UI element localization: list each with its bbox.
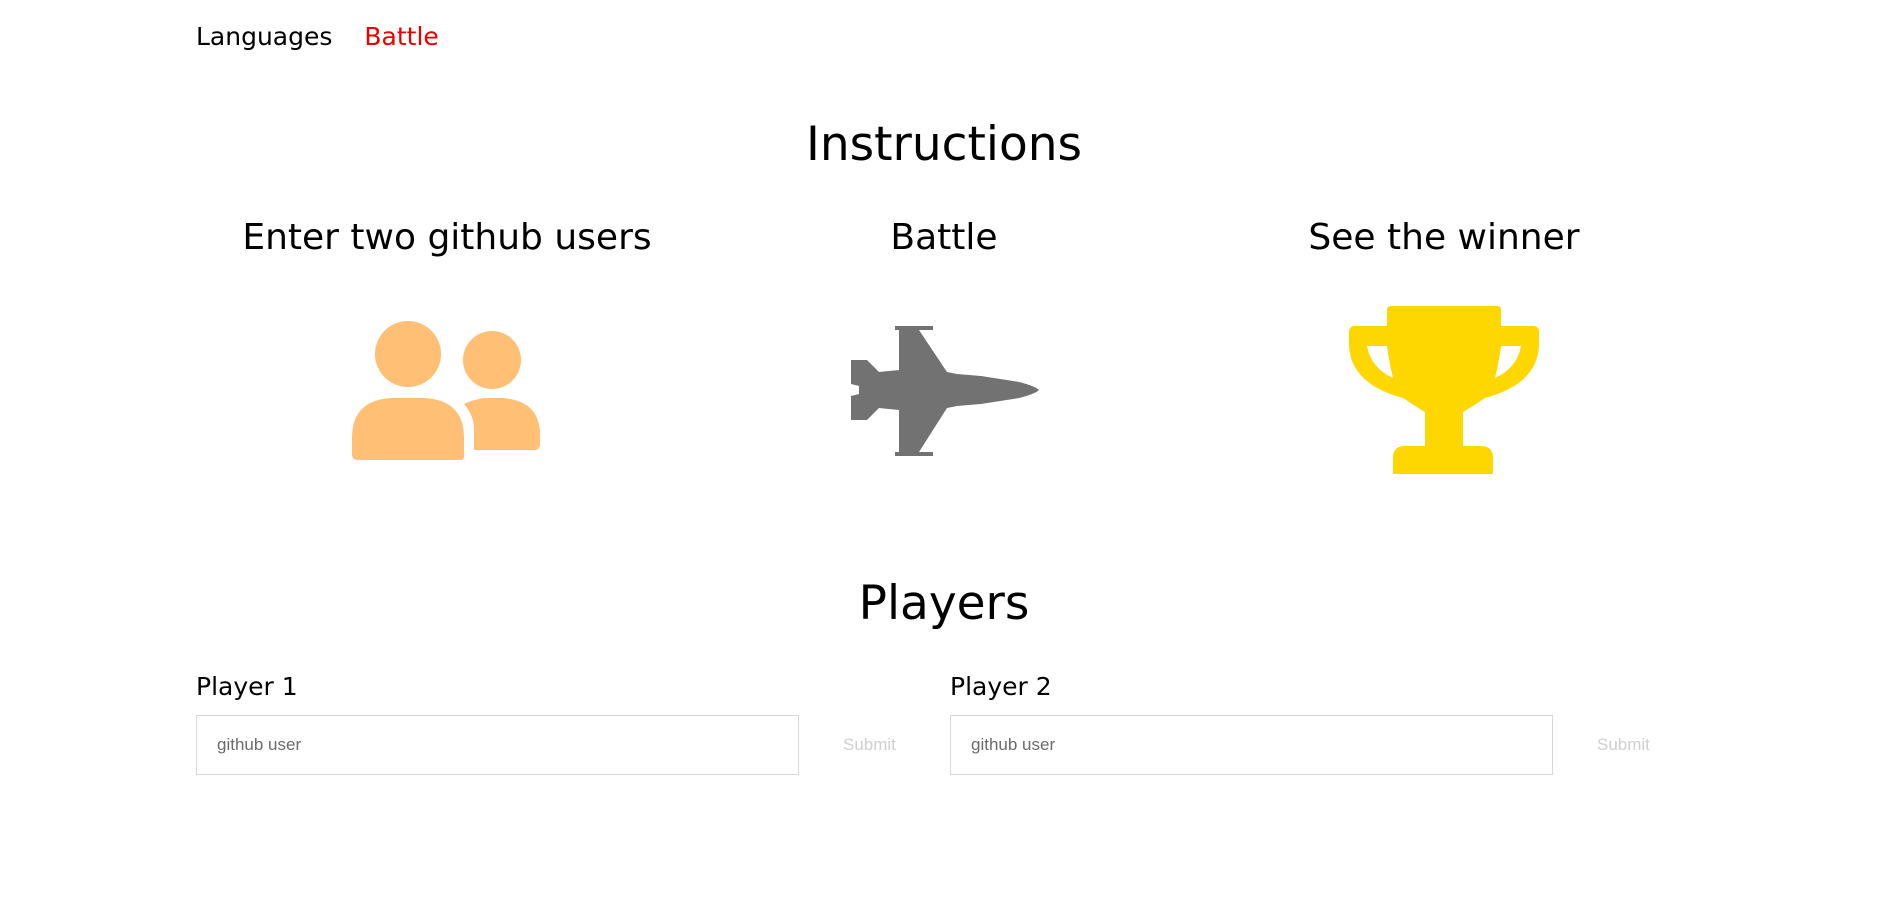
instruction-step-see-winner: See the winner: [1194, 214, 1694, 474]
player-2-submit-button[interactable]: Submit: [1597, 735, 1650, 755]
instructions-title: Instructions: [805, 117, 1083, 172]
nav-link-languages[interactable]: Languages: [196, 22, 332, 51]
users-icon: [197, 320, 697, 460]
player-1-label: Player 1: [196, 672, 298, 701]
player-1-submit-button[interactable]: Submit: [843, 735, 896, 755]
player-2-form: Player 2 Submit: [950, 672, 1690, 775]
step-title: Enter two github users: [242, 217, 652, 258]
instruction-step-enter-users: Enter two github users: [197, 214, 697, 460]
instruction-step-battle: Battle: [694, 214, 1194, 456]
player-2-row: Submit: [950, 715, 1690, 775]
trophy-icon: [1194, 306, 1694, 474]
step-title: See the winner: [1308, 217, 1580, 258]
player-2-label: Player 2: [950, 672, 1052, 701]
nav-link-battle[interactable]: Battle: [364, 22, 438, 51]
player-2-username-input[interactable]: [950, 715, 1553, 775]
main-nav: Languages Battle: [196, 22, 439, 51]
step-title: Battle: [890, 217, 998, 258]
fighter-jet-icon: [694, 324, 1194, 460]
player-1-username-input[interactable]: [196, 715, 799, 775]
player-1-row: Submit: [196, 715, 936, 775]
players-title: Players: [858, 576, 1030, 631]
player-1-form: Player 1 Submit: [196, 672, 936, 775]
